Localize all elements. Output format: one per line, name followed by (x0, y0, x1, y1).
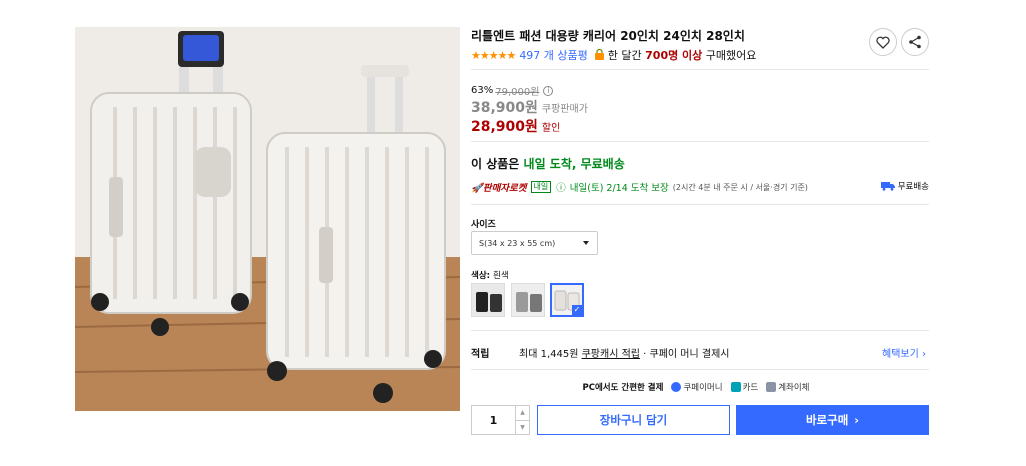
divider (471, 330, 929, 331)
buy-now-label: 바로구매 (805, 413, 849, 427)
payment-title: PC에서도 간편한 결제 (582, 383, 664, 393)
divider (471, 69, 929, 70)
points-text: 최대 1,445원 쿠팡캐시 적립 · 쿠페이 머니 결제시 (519, 349, 730, 360)
color-swatch-white[interactable]: ✓ (550, 283, 584, 317)
heart-icon (876, 36, 890, 49)
share-icon (909, 35, 921, 49)
points-row: 적립 최대 1,445원 쿠팡캐시 적립 · 쿠페이 머니 결제시 혜택보기 › (471, 345, 929, 360)
card-icon (730, 382, 741, 392)
sale-price: 38,900원 (471, 100, 538, 116)
size-select[interactable]: S(34 x 23 x 55 cm) (471, 231, 598, 255)
add-to-cart-button[interactable]: 장바구니 담기 (537, 405, 730, 435)
tomorrow-tag: 내일 (530, 181, 552, 193)
swatch-thumbnail (516, 292, 542, 312)
arrival-date: 내일(토) 2/14 도착 보장 (569, 183, 669, 194)
rocket-logo: 🚀판매자로켓 (471, 183, 527, 194)
rocket-delivery-row: 🚀판매자로켓 내일 ⓘ 내일(토) 2/14 도착 보장 (2시간 4분 내 주… (471, 180, 929, 194)
color-swatch-black[interactable] (471, 283, 505, 317)
payment-methods-row: PC에서도 간편한 결제 쿠페이머니 카드 계좌이체 (471, 381, 929, 393)
original-price: 79,000원 (495, 87, 540, 98)
product-image[interactable] (75, 27, 460, 411)
share-button[interactable] (901, 28, 929, 56)
star-rating: ★★★★★ (471, 48, 516, 62)
size-select-value: S(34 x 23 x 55 cm) (479, 238, 556, 248)
info-icon[interactable]: i (543, 85, 554, 96)
divider (471, 141, 929, 142)
bag-icon (594, 49, 604, 60)
check-icon: ✓ (572, 305, 582, 315)
final-price-label: 할인 (541, 123, 561, 134)
color-label: 색상: 흰색 (471, 271, 509, 281)
view-benefits-link[interactable]: 혜택보기 › (882, 345, 926, 360)
swatch-thumbnail (476, 292, 502, 312)
truck-icon (880, 182, 895, 191)
discount-rate: 63% (471, 85, 494, 96)
final-price: 28,900원 (471, 119, 538, 135)
delivery-headline: 이 상품은 내일 도착, 무료배송 (471, 157, 625, 171)
quantity-stepper[interactable]: 1 ▲ ▼ (471, 405, 530, 435)
free-shipping: 무료배송 (880, 180, 929, 192)
suitcase-illustration (75, 27, 460, 411)
bank-icon (766, 382, 777, 392)
discount-row: 63% 79,000원 i (471, 83, 554, 98)
quantity-increase-button[interactable]: ▲ (516, 406, 529, 421)
buy-now-button[interactable]: 바로구매 › (736, 405, 929, 435)
final-price-row: 28,900원 할인 (471, 116, 560, 136)
product-title: 리틀엔트 패션 대용량 캐리어 20인치 24인치 28인치 (471, 29, 745, 43)
sale-price-label: 쿠팡판매가 (541, 104, 588, 115)
quantity-steps: ▲ ▼ (515, 406, 529, 434)
wishlist-button[interactable] (869, 28, 897, 56)
points-label: 적립 (471, 349, 490, 360)
divider (471, 204, 929, 205)
sale-price-row: 38,900원 쿠팡판매가 (471, 97, 588, 117)
color-swatch-gray[interactable] (511, 283, 545, 317)
chevron-down-icon (583, 241, 589, 245)
payment-coupay-money: 쿠페이머니 (671, 381, 723, 393)
divider (471, 369, 929, 370)
quantity-decrease-button[interactable]: ▼ (516, 421, 529, 435)
coupay-icon (671, 382, 682, 392)
purchase-count-text: 한 달간 700명 이상 구매했어요 (607, 49, 757, 62)
payment-bank-transfer: 계좌이체 (766, 381, 809, 393)
quantity-value[interactable]: 1 (472, 406, 515, 434)
info-icon[interactable]: ⓘ (556, 180, 566, 194)
rating-row: ★★★★★ 497 개 상품평 한 달간 700명 이상 구매했어요 (471, 47, 756, 63)
size-label: 사이즈 (471, 220, 496, 230)
arrival-note: (2시간 4분 내 주문 시 / 서울·경기 기준) (672, 182, 808, 192)
payment-card: 카드 (730, 381, 758, 393)
chevron-right-icon: › (854, 413, 860, 427)
review-count-link[interactable]: 497 개 상품평 (519, 47, 587, 63)
